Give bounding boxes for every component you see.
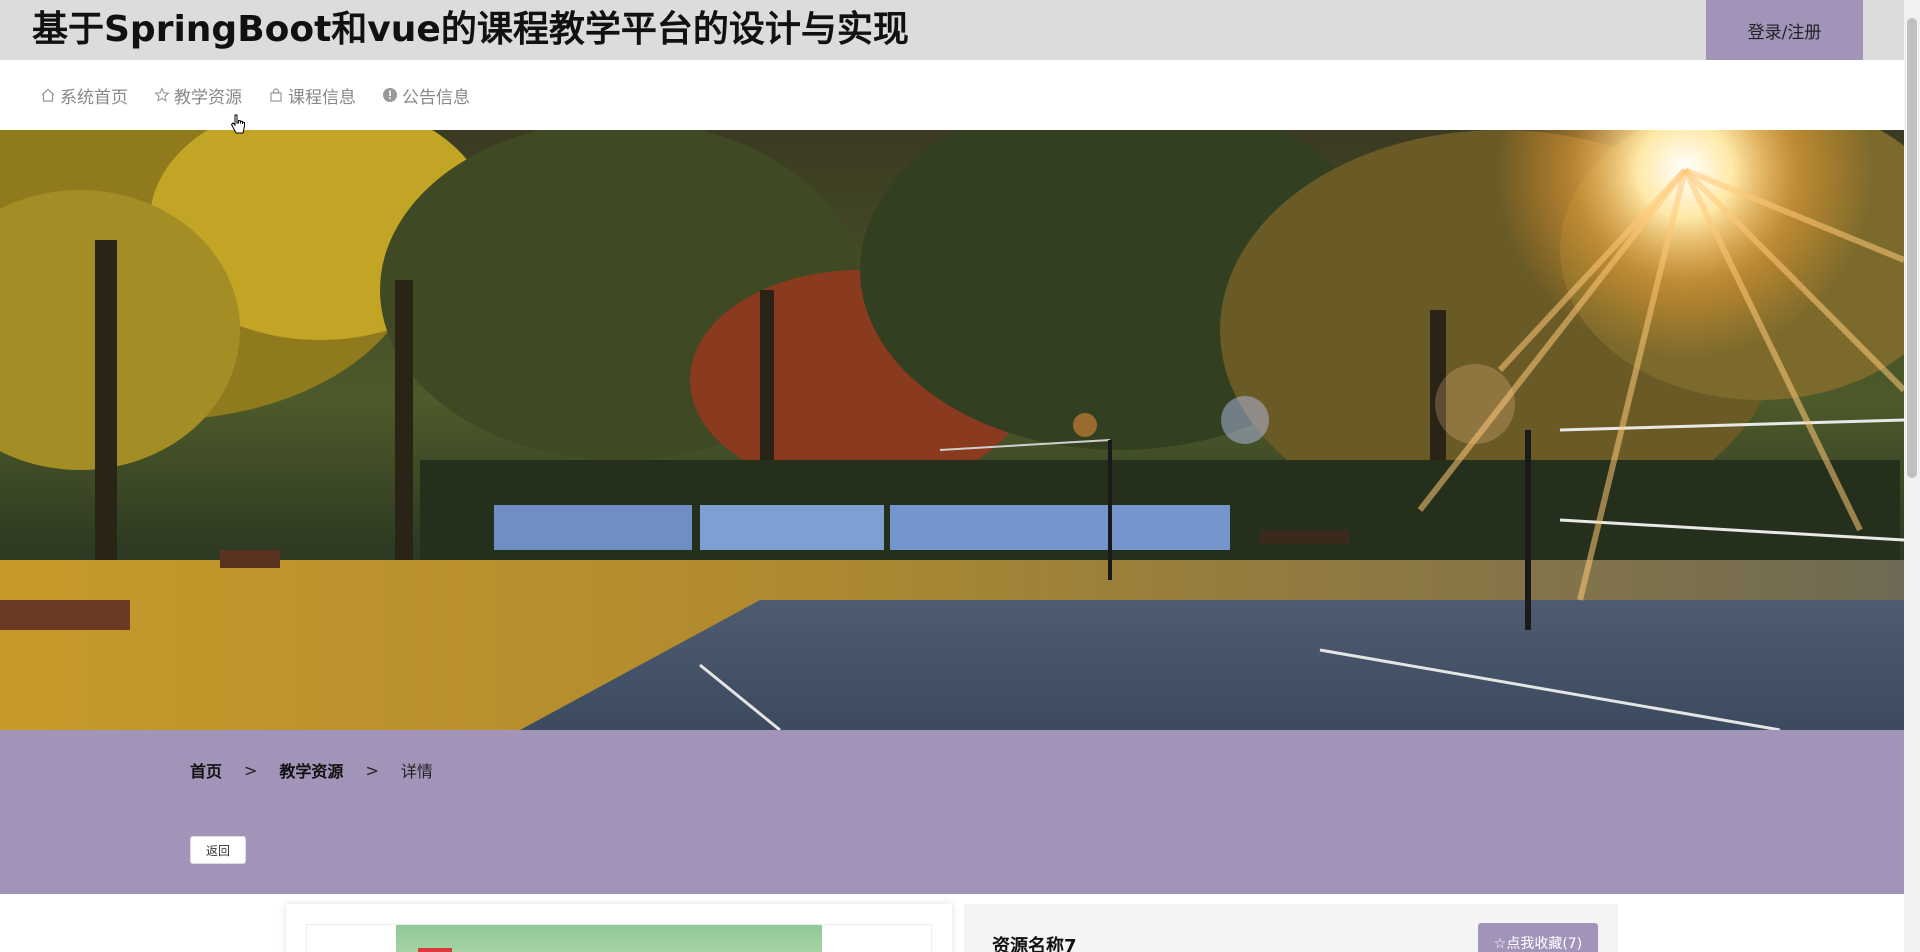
hand-cursor-icon bbox=[230, 114, 245, 134]
nav-item-home[interactable]: 系统首页 bbox=[40, 84, 128, 108]
back-button[interactable]: 返回 bbox=[190, 836, 246, 864]
login-register-button[interactable]: 登录/注册 bbox=[1706, 0, 1863, 60]
breadcrumb-separator: > bbox=[365, 760, 379, 780]
main-nav: 系统首页 教学资源 课程信息 公告信息 bbox=[0, 60, 1904, 130]
site-title: 基于SpringBoot和vue的课程教学平台的设计与实现 bbox=[32, 9, 909, 50]
banner-scene bbox=[0, 130, 1904, 730]
breadcrumb: 首页 > 教学资源 > 详情 bbox=[190, 758, 433, 782]
header: 基于SpringBoot和vue的课程教学平台的设计与实现 登录/注册 bbox=[0, 0, 1904, 60]
page-scrollbar[interactable] bbox=[1904, 0, 1920, 952]
favorite-button[interactable]: ☆点我收藏(7) bbox=[1478, 923, 1598, 952]
nav-item-notices[interactable]: 公告信息 bbox=[382, 84, 470, 108]
info-circle-icon bbox=[383, 88, 397, 102]
star-icon bbox=[154, 87, 170, 102]
resource-cover-image bbox=[396, 925, 822, 952]
bag-icon bbox=[270, 88, 282, 102]
nav-item-resources[interactable]: 教学资源 bbox=[154, 84, 242, 108]
nav-item-label: 课程信息 bbox=[288, 87, 356, 108]
breadcrumb-resources[interactable]: 教学资源 bbox=[279, 758, 343, 782]
breadcrumb-band: 首页 > 教学资源 > 详情 返回 bbox=[0, 730, 1904, 894]
breadcrumb-current: 详情 bbox=[400, 762, 433, 781]
home-icon bbox=[41, 88, 55, 102]
banner-image bbox=[0, 130, 1904, 730]
breadcrumb-separator: > bbox=[244, 760, 258, 780]
nav-item-label: 系统首页 bbox=[60, 87, 128, 108]
resource-cover-accent bbox=[418, 948, 452, 952]
nav-item-label: 教学资源 bbox=[174, 87, 242, 108]
breadcrumb-home[interactable]: 首页 bbox=[190, 758, 222, 782]
nav-item-label: 公告信息 bbox=[402, 87, 470, 108]
scrollbar-thumb[interactable] bbox=[1907, 18, 1917, 478]
nav-item-courses[interactable]: 课程信息 bbox=[268, 84, 356, 108]
resource-name: 资源名称7 bbox=[992, 936, 1077, 952]
page: 基于SpringBoot和vue的课程教学平台的设计与实现 登录/注册 系统首页… bbox=[0, 0, 1920, 952]
